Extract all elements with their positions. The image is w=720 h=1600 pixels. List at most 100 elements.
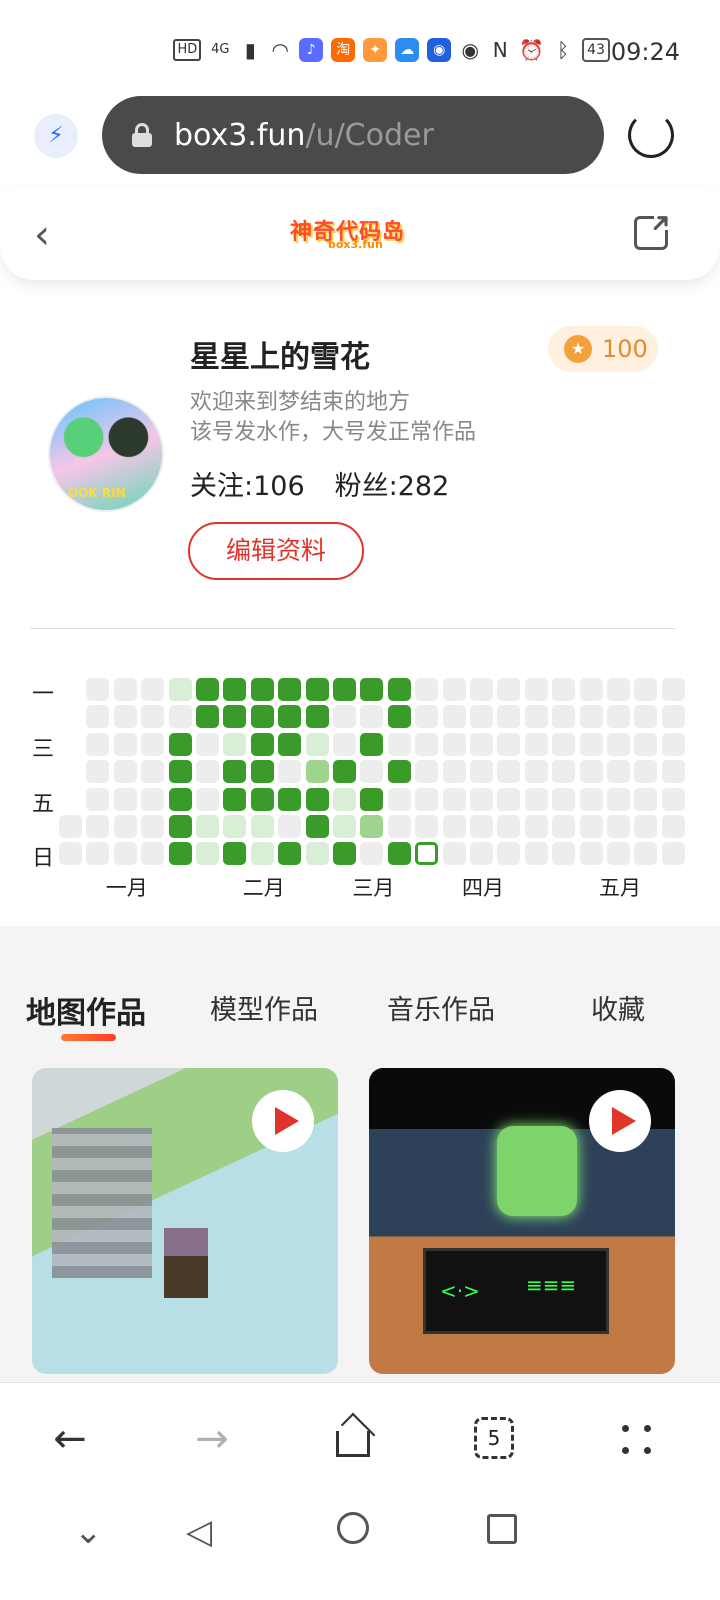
heatmap-cell (497, 787, 521, 811)
reload-icon[interactable] (628, 112, 674, 158)
heatmap-cell (442, 815, 466, 838)
divider (30, 628, 676, 629)
back-chevron-icon[interactable]: ‹ (34, 212, 50, 258)
heatmap-cell (86, 787, 110, 811)
heatmap-cell (442, 787, 466, 811)
lightning-icon[interactable]: ⚡ (34, 114, 78, 158)
heatmap-cell (497, 760, 521, 784)
browser-bottom-nav: ← → 5 (0, 1382, 720, 1492)
heatmap-cell (196, 815, 219, 838)
tab-music-works[interactable]: 音乐作品 (387, 988, 495, 1027)
heatmap-cell (524, 842, 548, 866)
heatmap-cell (250, 760, 274, 784)
avatar-caption: OOK RIN (68, 486, 126, 500)
heatmap-cell (333, 732, 356, 756)
play-button[interactable] (589, 1090, 651, 1152)
heatmap-cell (552, 787, 576, 811)
tab-favorites[interactable]: 收藏 (591, 988, 645, 1027)
heatmap-cell (552, 705, 576, 729)
heatmap-cell (86, 842, 110, 866)
heatmap-cell (470, 760, 493, 784)
system-home-icon[interactable] (337, 1512, 369, 1544)
heatmap-cell (552, 732, 576, 756)
heatmap-cell (278, 760, 302, 784)
heatmap-cell (607, 760, 630, 784)
heatmap-cell (196, 678, 219, 701)
status-bar: HD 4G ▮ ◠ ♪ 淘 ✦ ☁ ◉ ◉ N ⏰ ᛒ 43 09:24 (0, 0, 720, 90)
heatmap-cell (497, 732, 521, 756)
medal-icon: ★ (564, 335, 592, 363)
followers-count[interactable]: 粉丝:282 (335, 464, 450, 503)
board-symbol-right: ≡≡≡ (526, 1273, 577, 1297)
weekday-label: 日 (32, 846, 55, 872)
hd-icon: HD (173, 39, 202, 61)
heatmap-cell (470, 678, 493, 701)
heatmap-cell (305, 678, 329, 701)
heatmap-cell (579, 705, 603, 729)
heatmap-cell (141, 678, 165, 701)
heatmap-cell (470, 705, 493, 729)
heatmap-cell (579, 842, 603, 866)
heatmap-cell (661, 678, 685, 701)
heatmap-cell (333, 705, 356, 729)
play-button[interactable] (252, 1090, 314, 1152)
heatmap-cell (607, 815, 630, 838)
heatmap-cell (223, 678, 247, 701)
address-bar[interactable]: box3.fun/u/Coder (102, 96, 604, 174)
points-badge[interactable]: ★ 100 (548, 326, 658, 372)
heatmap-cell (360, 678, 384, 701)
heatmap-cell (141, 787, 165, 811)
tab-map-works[interactable]: 地图作品 (26, 988, 146, 1032)
heatmap-cell (579, 787, 603, 811)
heatmap-cell (387, 842, 411, 866)
heatmap-cell (141, 842, 165, 866)
heatmap-cell (113, 787, 137, 811)
heatmap-cell (579, 732, 603, 756)
tab-model-works[interactable]: 模型作品 (210, 988, 318, 1027)
heatmap-cell (223, 842, 247, 866)
code-board-thumbnail: <·> ≡≡≡ (423, 1248, 609, 1334)
heatmap-cell (223, 787, 247, 811)
heatmap-cell (442, 732, 466, 756)
heatmap-cell (387, 705, 411, 729)
heatmap-cell (607, 732, 630, 756)
heatmap-cell (305, 760, 329, 784)
more-menu-icon[interactable] (618, 1421, 654, 1457)
forward-arrow-icon[interactable]: → (182, 1409, 242, 1469)
heatmap-cell (168, 705, 192, 729)
back-arrow-icon[interactable]: ← (40, 1409, 100, 1469)
heatmap-cell (278, 732, 302, 756)
heatmap-cell (524, 787, 548, 811)
collapse-chevron-icon[interactable]: ⌄ (74, 1512, 103, 1552)
system-recents-icon[interactable] (487, 1514, 517, 1544)
heatmap-cell (415, 842, 439, 866)
heatmap-cell (661, 760, 685, 784)
nfc-icon: N (492, 38, 508, 62)
heatmap-cell (579, 760, 603, 784)
edit-profile-button[interactable]: 编辑资料 (188, 522, 364, 580)
map-card-1[interactable] (32, 1068, 338, 1374)
profile-section: OOK RIN 星星上的雪花 ★ 100 欢迎来到梦结束的地方 该号发水作，大号… (0, 280, 720, 640)
heatmap-cell (634, 760, 658, 784)
tabs-count-button[interactable]: 5 (474, 1417, 514, 1459)
heatmap-cell (196, 787, 219, 811)
heatmap-cell (470, 815, 493, 838)
heatmap-cell (86, 705, 110, 729)
heatmap-cell (442, 678, 466, 701)
cloud-app-icon: ☁ (395, 38, 420, 62)
system-back-icon[interactable]: ◁ (186, 1512, 212, 1552)
avatar[interactable]: OOK RIN (48, 396, 164, 512)
heatmap-cell (552, 815, 576, 838)
heatmap-cell (113, 815, 137, 838)
system-nav-bar: ⌄ ◁ (0, 1492, 720, 1600)
home-icon[interactable] (330, 1412, 376, 1459)
heatmap-cell (305, 732, 329, 756)
heatmap-cell (415, 760, 439, 784)
heatmap-cell (415, 815, 439, 838)
heatmap-cell (86, 815, 110, 838)
map-card-2[interactable]: <·> ≡≡≡ (369, 1068, 675, 1374)
heatmap-cell (442, 842, 466, 866)
following-count[interactable]: 关注:106 (190, 464, 305, 503)
site-logo[interactable]: 神奇代码岛 box3.fun (290, 214, 416, 258)
weekday-label: 三 (32, 736, 55, 762)
